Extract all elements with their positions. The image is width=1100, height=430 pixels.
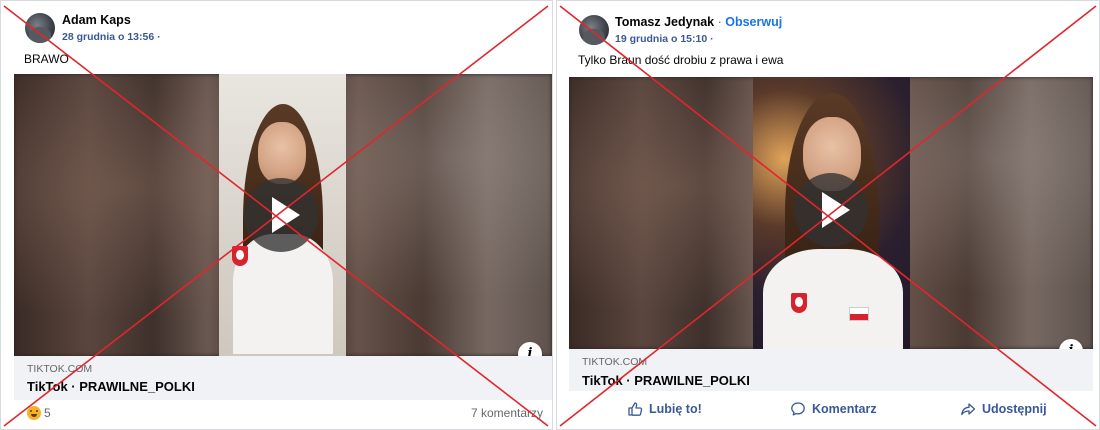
comment-bubble-icon bbox=[791, 402, 805, 416]
share-button[interactable]: Udostępnij bbox=[960, 395, 1047, 423]
post-message: BRAWO bbox=[24, 52, 69, 66]
post-timestamp[interactable]: 28 grudnia o 13:56 · bbox=[62, 31, 161, 43]
link-preview[interactable]: TIKTOK.COM TikTok · PRAWILNE_POLKI bbox=[14, 356, 552, 400]
play-icon[interactable] bbox=[244, 178, 318, 252]
author-name[interactable]: Adam Kaps bbox=[62, 13, 131, 27]
polish-emblem-icon bbox=[791, 293, 807, 313]
link-preview[interactable]: TIKTOK.COM TikTok · PRAWILNE_POLKI bbox=[569, 349, 1093, 391]
video-thumbnail[interactable]: i bbox=[14, 74, 552, 356]
thumbs-up-icon bbox=[628, 402, 643, 416]
like-button[interactable]: Lubię to! bbox=[627, 395, 702, 423]
link-title[interactable]: TikTok · PRAWILNE_POLKI bbox=[582, 373, 750, 388]
link-domain: TIKTOK.COM bbox=[27, 363, 93, 375]
link-title[interactable]: TikTok · PRAWILNE_POLKI bbox=[27, 379, 195, 394]
polish-emblem-icon bbox=[232, 246, 248, 266]
comment-button[interactable]: Komentarz bbox=[790, 395, 877, 423]
author-name[interactable]: Tomasz Jedynak bbox=[615, 15, 714, 29]
author-header: Tomasz Jedynak · Obserwuj bbox=[615, 15, 782, 29]
follow-button[interactable]: Obserwuj bbox=[725, 15, 782, 29]
play-icon[interactable] bbox=[794, 173, 868, 247]
video-thumbnail[interactable]: i bbox=[569, 77, 1093, 349]
share-arrow-icon bbox=[961, 403, 976, 416]
reaction-count[interactable]: 5 bbox=[44, 406, 51, 420]
post-message: Tylko Braun dość drobiu z prawa i ewa bbox=[578, 53, 784, 67]
polish-flag-icon bbox=[849, 307, 869, 321]
link-domain: TIKTOK.COM bbox=[582, 356, 648, 368]
separator-dot: · bbox=[714, 15, 726, 29]
author-avatar[interactable] bbox=[579, 15, 609, 45]
comments-count[interactable]: 7 komentarzy bbox=[471, 406, 543, 420]
post-card-left: Adam Kaps 28 grudnia o 13:56 · BRAWO i T… bbox=[0, 0, 553, 430]
post-card-right: Tomasz Jedynak · Obserwuj 19 grudnia o 1… bbox=[556, 0, 1100, 430]
comment-label: Komentarz bbox=[812, 402, 877, 416]
share-label: Udostępnij bbox=[982, 402, 1047, 416]
like-label: Lubię to! bbox=[649, 402, 702, 416]
post-timestamp[interactable]: 19 grudnia o 15:10 · bbox=[615, 33, 714, 45]
author-avatar[interactable] bbox=[25, 13, 55, 43]
haha-reaction-icon[interactable] bbox=[27, 406, 41, 420]
